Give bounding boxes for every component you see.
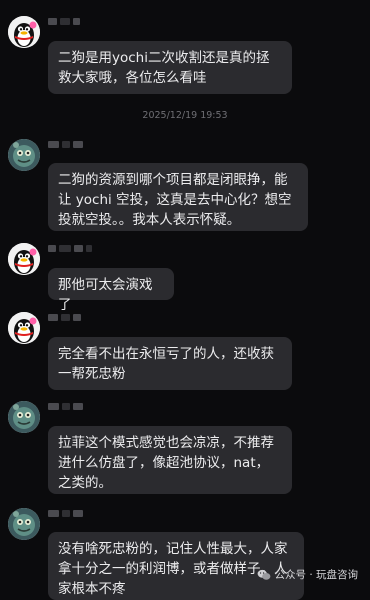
message-bubble[interactable]: 拉菲这个模式感觉也会凉凉，不推荐进什么仿盘了，像超池协议，nat，之类的。 <box>48 426 292 494</box>
message-bubble[interactable]: 二狗是用yochi二次收割还是真的拯救大家哦，各位怎么看哇 <box>48 41 292 94</box>
sender-name-redacted <box>48 509 83 518</box>
sender-name-redacted <box>48 402 83 411</box>
sender-name-redacted <box>48 140 83 149</box>
cartoon-creature-avatar[interactable] <box>8 401 40 433</box>
chat-timestamp: 2025/12/19 19:53 <box>142 110 228 121</box>
sender-name-redacted <box>48 17 80 26</box>
sender-name-redacted <box>48 244 92 253</box>
message-bubble[interactable]: 完全看不出在永恒亏了的人，还收获一帮死忠粉 <box>48 337 292 390</box>
watermark: 公众号 · 玩盘咨询 <box>257 567 358 582</box>
sender-name-redacted <box>48 313 81 322</box>
message-bubble[interactable]: 二狗的资源到哪个项目都是闭眼挣，能让 yochi 空投，这真是去中心化？想空投就… <box>48 163 308 231</box>
watermark-text: 公众号 · 玩盘咨询 <box>274 569 358 581</box>
qq-penguin-avatar[interactable] <box>8 16 40 48</box>
cartoon-creature-avatar[interactable] <box>8 139 40 171</box>
wechat-icon <box>258 569 271 580</box>
qq-penguin-avatar[interactable] <box>8 243 40 275</box>
cartoon-creature-avatar[interactable] <box>8 508 40 540</box>
message-bubble[interactable]: 那他可太会演戏了 <box>48 268 174 313</box>
qq-penguin-avatar[interactable] <box>8 312 40 344</box>
message-bubble[interactable]: 没有啥死忠粉的，记住人性最大，人家拿十分之一的利润博，或者做样子，人家根本不疼 <box>48 532 304 600</box>
